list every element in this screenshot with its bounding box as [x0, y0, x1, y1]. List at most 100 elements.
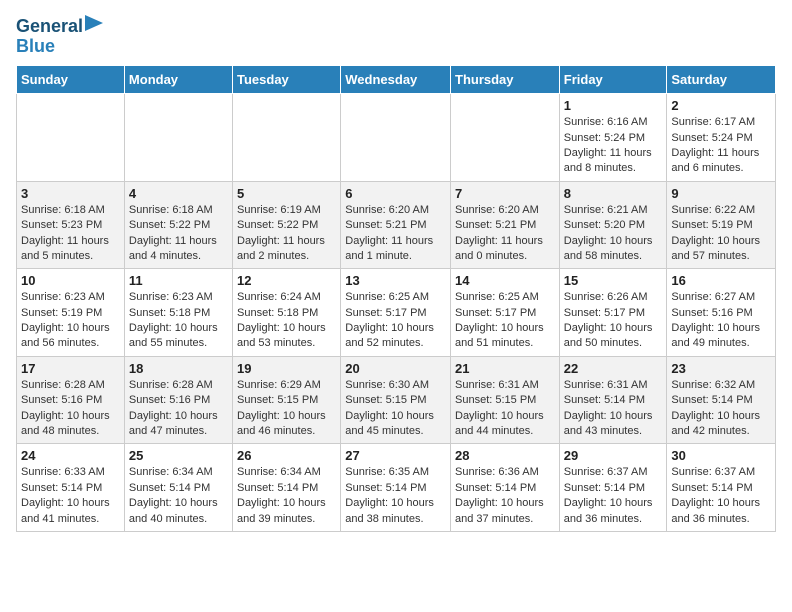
day-number: 18	[129, 361, 228, 376]
page-header: General Blue	[16, 16, 776, 57]
day-info: Sunrise: 6:25 AM Sunset: 5:17 PM Dayligh…	[455, 290, 555, 352]
day-number: 15	[564, 273, 663, 288]
calendar-day-cell: 21 Sunrise: 6:31 AM Sunset: 5:15 PM Dayli…	[451, 356, 560, 444]
day-info: Sunrise: 6:27 AM Sunset: 5:16 PM Dayligh…	[671, 290, 771, 352]
day-number: 3	[21, 186, 120, 201]
weekday-header: Wednesday	[341, 66, 451, 94]
day-info: Sunrise: 6:37 AM Sunset: 5:14 PM Dayligh…	[564, 465, 663, 527]
day-info: Sunrise: 6:18 AM Sunset: 5:22 PM Dayligh…	[129, 203, 228, 265]
day-number: 20	[345, 361, 446, 376]
calendar-day-cell: 11 Sunrise: 6:23 AM Sunset: 5:18 PM Dayli…	[124, 269, 232, 357]
day-number: 17	[21, 361, 120, 376]
calendar-day-cell: 18Sunrise: 6:28 AM Sunset: 5:16 PM Dayli…	[124, 356, 232, 444]
day-number: 6	[345, 186, 446, 201]
calendar-day-cell: 6 Sunrise: 6:20 AM Sunset: 5:21 PM Daylig…	[341, 181, 451, 269]
day-number: 22	[564, 361, 663, 376]
day-info: Sunrise: 6:20 AM Sunset: 5:21 PM Dayligh…	[455, 203, 555, 265]
logo-arrow-icon	[85, 15, 103, 31]
day-info: Sunrise: 6:21 AM Sunset: 5:20 PM Dayligh…	[564, 203, 663, 265]
calendar-day-cell: 7 Sunrise: 6:20 AM Sunset: 5:21 PM Daylig…	[451, 181, 560, 269]
day-number: 26	[237, 448, 336, 463]
day-info: Sunrise: 6:23 AM Sunset: 5:18 PM Dayligh…	[129, 290, 228, 352]
day-number: 28	[455, 448, 555, 463]
day-number: 13	[345, 273, 446, 288]
calendar-day-cell: 12Sunrise: 6:24 AM Sunset: 5:18 PM Dayli…	[233, 269, 341, 357]
day-number: 30	[671, 448, 771, 463]
day-info: Sunrise: 6:30 AM Sunset: 5:15 PM Dayligh…	[345, 378, 446, 440]
day-number: 9	[671, 186, 771, 201]
day-info: Sunrise: 6:26 AM Sunset: 5:17 PM Dayligh…	[564, 290, 663, 352]
calendar-day-cell: 8 Sunrise: 6:21 AM Sunset: 5:20 PM Daylig…	[559, 181, 667, 269]
calendar-day-cell: 22 Sunrise: 6:31 AM Sunset: 5:14 PM Dayli…	[559, 356, 667, 444]
day-info: Sunrise: 6:31 AM Sunset: 5:15 PM Dayligh…	[455, 378, 555, 440]
calendar-day-cell: 26 Sunrise: 6:34 AM Sunset: 5:14 PM Dayli…	[233, 444, 341, 532]
calendar-day-cell: 30 Sunrise: 6:37 AM Sunset: 5:14 PM Dayli…	[667, 444, 776, 532]
day-info: Sunrise: 6:34 AM Sunset: 5:14 PM Dayligh…	[237, 465, 336, 527]
day-info: Sunrise: 6:24 AM Sunset: 5:18 PM Dayligh…	[237, 290, 336, 352]
day-number: 10	[21, 273, 120, 288]
day-info: Sunrise: 6:35 AM Sunset: 5:14 PM Dayligh…	[345, 465, 446, 527]
calendar-day-cell: 17 Sunrise: 6:28 AM Sunset: 5:16 PM Dayli…	[17, 356, 125, 444]
calendar-day-cell: 27 Sunrise: 6:35 AM Sunset: 5:14 PM Dayli…	[341, 444, 451, 532]
calendar-day-cell: 24 Sunrise: 6:33 AM Sunset: 5:14 PM Dayli…	[17, 444, 125, 532]
weekday-header: Monday	[124, 66, 232, 94]
day-number: 11	[129, 273, 228, 288]
day-number: 21	[455, 361, 555, 376]
day-info: Sunrise: 6:19 AM Sunset: 5:22 PM Dayligh…	[237, 203, 336, 265]
calendar-day-cell	[233, 94, 341, 182]
weekday-header: Thursday	[451, 66, 560, 94]
calendar-day-cell: 3 Sunrise: 6:18 AM Sunset: 5:23 PM Daylig…	[17, 181, 125, 269]
day-number: 2	[671, 98, 771, 113]
logo: General Blue	[16, 16, 103, 57]
calendar-week-row: 10 Sunrise: 6:23 AM Sunset: 5:19 PM Dayli…	[17, 269, 776, 357]
day-info: Sunrise: 6:32 AM Sunset: 5:14 PM Dayligh…	[671, 378, 771, 440]
calendar-day-cell	[341, 94, 451, 182]
calendar-table: SundayMondayTuesdayWednesdayThursdayFrid…	[16, 65, 776, 532]
calendar-week-row: 24 Sunrise: 6:33 AM Sunset: 5:14 PM Dayli…	[17, 444, 776, 532]
day-number: 14	[455, 273, 555, 288]
day-number: 27	[345, 448, 446, 463]
day-info: Sunrise: 6:36 AM Sunset: 5:14 PM Dayligh…	[455, 465, 555, 527]
day-info: Sunrise: 6:25 AM Sunset: 5:17 PM Dayligh…	[345, 290, 446, 352]
calendar-day-cell	[17, 94, 125, 182]
calendar-day-cell: 13 Sunrise: 6:25 AM Sunset: 5:17 PM Dayli…	[341, 269, 451, 357]
day-number: 24	[21, 448, 120, 463]
day-info: Sunrise: 6:33 AM Sunset: 5:14 PM Dayligh…	[21, 465, 120, 527]
day-info: Sunrise: 6:18 AM Sunset: 5:23 PM Dayligh…	[21, 203, 120, 265]
calendar-week-row: 1 Sunrise: 6:16 AM Sunset: 5:24 PM Daylig…	[17, 94, 776, 182]
calendar-day-cell: 20 Sunrise: 6:30 AM Sunset: 5:15 PM Dayli…	[341, 356, 451, 444]
calendar-header-row: SundayMondayTuesdayWednesdayThursdayFrid…	[17, 66, 776, 94]
calendar-day-cell: 14 Sunrise: 6:25 AM Sunset: 5:17 PM Dayli…	[451, 269, 560, 357]
calendar-day-cell: 9 Sunrise: 6:22 AM Sunset: 5:19 PM Daylig…	[667, 181, 776, 269]
day-info: Sunrise: 6:23 AM Sunset: 5:19 PM Dayligh…	[21, 290, 120, 352]
day-number: 8	[564, 186, 663, 201]
day-info: Sunrise: 6:29 AM Sunset: 5:15 PM Dayligh…	[237, 378, 336, 440]
weekday-header: Sunday	[17, 66, 125, 94]
day-info: Sunrise: 6:20 AM Sunset: 5:21 PM Dayligh…	[345, 203, 446, 265]
calendar-day-cell: 25 Sunrise: 6:34 AM Sunset: 5:14 PM Dayli…	[124, 444, 232, 532]
day-info: Sunrise: 6:31 AM Sunset: 5:14 PM Dayligh…	[564, 378, 663, 440]
day-info: Sunrise: 6:34 AM Sunset: 5:14 PM Dayligh…	[129, 465, 228, 527]
day-number: 29	[564, 448, 663, 463]
calendar-week-row: 3 Sunrise: 6:18 AM Sunset: 5:23 PM Daylig…	[17, 181, 776, 269]
day-info: Sunrise: 6:16 AM Sunset: 5:24 PM Dayligh…	[564, 115, 663, 177]
day-info: Sunrise: 6:28 AM Sunset: 5:16 PM Dayligh…	[21, 378, 120, 440]
logo-blue-text: Blue	[16, 36, 55, 58]
day-info: Sunrise: 6:22 AM Sunset: 5:19 PM Dayligh…	[671, 203, 771, 265]
day-number: 7	[455, 186, 555, 201]
logo-text: General	[16, 16, 83, 38]
calendar-day-cell: 23Sunrise: 6:32 AM Sunset: 5:14 PM Dayli…	[667, 356, 776, 444]
calendar-day-cell	[451, 94, 560, 182]
weekday-header: Tuesday	[233, 66, 341, 94]
day-number: 5	[237, 186, 336, 201]
calendar-day-cell: 5 Sunrise: 6:19 AM Sunset: 5:22 PM Daylig…	[233, 181, 341, 269]
day-number: 25	[129, 448, 228, 463]
day-number: 1	[564, 98, 663, 113]
day-info: Sunrise: 6:37 AM Sunset: 5:14 PM Dayligh…	[671, 465, 771, 527]
day-number: 19	[237, 361, 336, 376]
calendar-day-cell: 15 Sunrise: 6:26 AM Sunset: 5:17 PM Dayli…	[559, 269, 667, 357]
calendar-day-cell: 1 Sunrise: 6:16 AM Sunset: 5:24 PM Daylig…	[559, 94, 667, 182]
calendar-day-cell: 2Sunrise: 6:17 AM Sunset: 5:24 PM Daylig…	[667, 94, 776, 182]
calendar-day-cell: 16Sunrise: 6:27 AM Sunset: 5:16 PM Dayli…	[667, 269, 776, 357]
day-number: 4	[129, 186, 228, 201]
